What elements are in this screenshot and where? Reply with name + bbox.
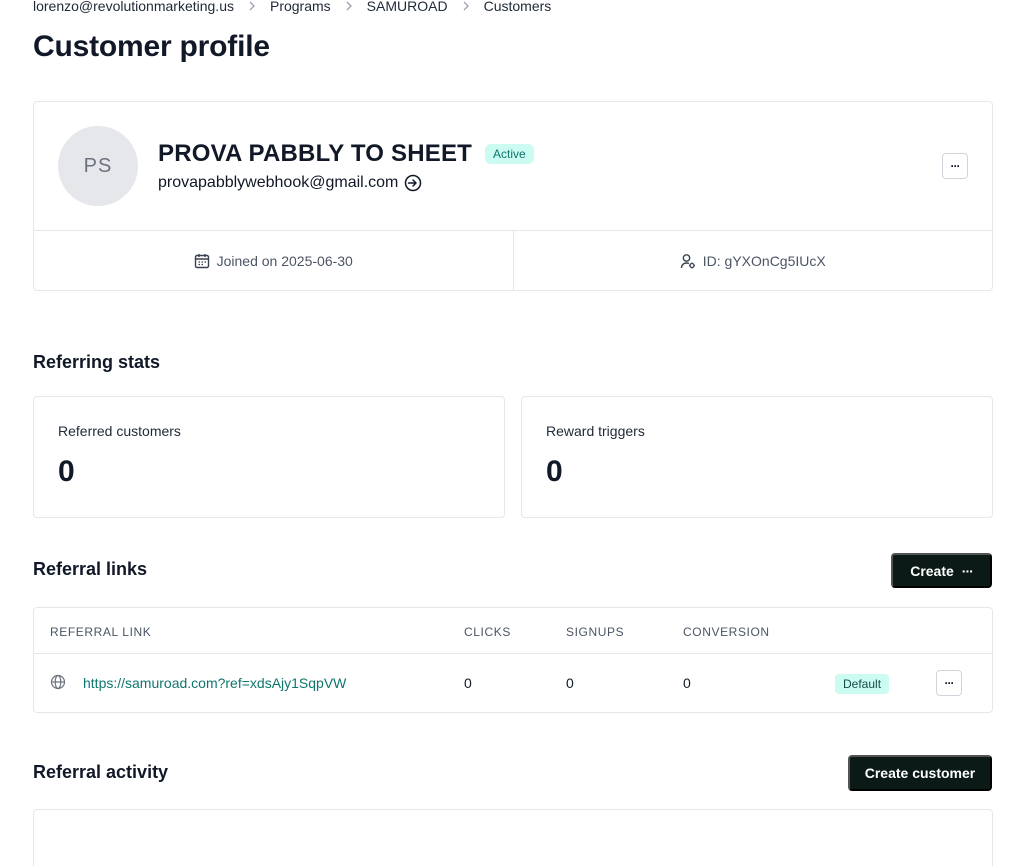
avatar: PS — [58, 126, 138, 206]
breadcrumb-account[interactable]: lorenzo@revolutionmarketing.us — [33, 0, 234, 14]
referral-links-table: REFERRAL LINK CLICKS SIGNUPS CONVERSION … — [33, 607, 993, 713]
create-customer-button[interactable]: Create customer — [848, 755, 992, 791]
clicks-value: 0 — [464, 675, 472, 691]
chevron-right-icon — [249, 1, 255, 11]
referred-customers-value: 0 — [58, 455, 75, 488]
column-clicks: CLICKS — [464, 625, 511, 639]
create-link-button[interactable]: Create ··· — [891, 553, 992, 588]
customer-name: PROVA PABBLY TO SHEET — [158, 140, 473, 167]
reward-triggers-label: Reward triggers — [546, 423, 645, 439]
reward-triggers-card: Reward triggers 0 — [521, 396, 993, 518]
profile-header: PS PROVA PABBLY TO SHEET Active provapab… — [34, 102, 992, 231]
conversion-value: 0 — [683, 675, 691, 691]
create-link-label: Create — [910, 562, 954, 579]
referred-customers-label: Referred customers — [58, 423, 181, 439]
id-cell: ID: gYXOnCg5IUcX — [512, 231, 993, 290]
table-row: https://samuroad.com?ref=xdsAjy1SqpVW 0 … — [34, 654, 992, 712]
referral-link[interactable]: https://samuroad.com?ref=xdsAjy1SqpVW — [83, 675, 346, 691]
chevron-right-icon — [346, 1, 352, 11]
customer-id: ID: gYXOnCg5IUcX — [702, 252, 826, 269]
column-signups: SIGNUPS — [566, 625, 625, 639]
signups-value: 0 — [566, 675, 574, 691]
profile-card: PS PROVA PABBLY TO SHEET Active provapab… — [33, 101, 993, 291]
user-gear-icon — [680, 253, 696, 269]
column-conversion: CONVERSION — [683, 625, 770, 639]
status-badge: Active — [485, 144, 534, 164]
page-title: Customer profile — [33, 30, 270, 63]
referral-activity-title: Referral activity — [33, 762, 169, 782]
more-dots-icon: ··· — [961, 562, 974, 579]
table-header: REFERRAL LINK CLICKS SIGNUPS CONVERSION — [34, 608, 992, 654]
globe-icon — [50, 674, 66, 690]
joined-date: Joined on 2025-06-30 — [216, 252, 353, 269]
profile-more-button[interactable]: ··· — [942, 153, 968, 179]
column-referral-link: REFERRAL LINK — [50, 625, 152, 639]
email-row: provapabblywebhook@gmail.com — [158, 174, 422, 192]
breadcrumb-programs[interactable]: Programs — [270, 0, 331, 14]
breadcrumb-customers[interactable]: Customers — [484, 0, 552, 14]
sign-in-icon[interactable] — [404, 174, 422, 192]
chevron-right-icon — [463, 1, 469, 11]
link-more-button[interactable]: ··· — [936, 670, 962, 696]
default-badge: Default — [835, 674, 890, 694]
referred-customers-card: Referred customers 0 — [33, 396, 505, 518]
profile-name-row: PROVA PABBLY TO SHEET Active — [158, 140, 534, 168]
breadcrumb-program[interactable]: SAMUROAD — [367, 0, 448, 14]
profile-meta: Joined on 2025-06-30 ID: gYXOnCg5IUcX — [34, 231, 992, 290]
joined-cell: Joined on 2025-06-30 — [34, 231, 513, 290]
referring-stats-title: Referring stats — [33, 352, 161, 372]
customer-email: provapabblywebhook@gmail.com — [158, 174, 399, 191]
referral-activity-panel — [33, 809, 993, 866]
reward-triggers-value: 0 — [546, 455, 563, 488]
calendar-icon — [194, 253, 210, 269]
breadcrumb: lorenzo@revolutionmarketing.us Programs … — [33, 0, 551, 15]
referral-links-title: Referral links — [33, 559, 148, 579]
